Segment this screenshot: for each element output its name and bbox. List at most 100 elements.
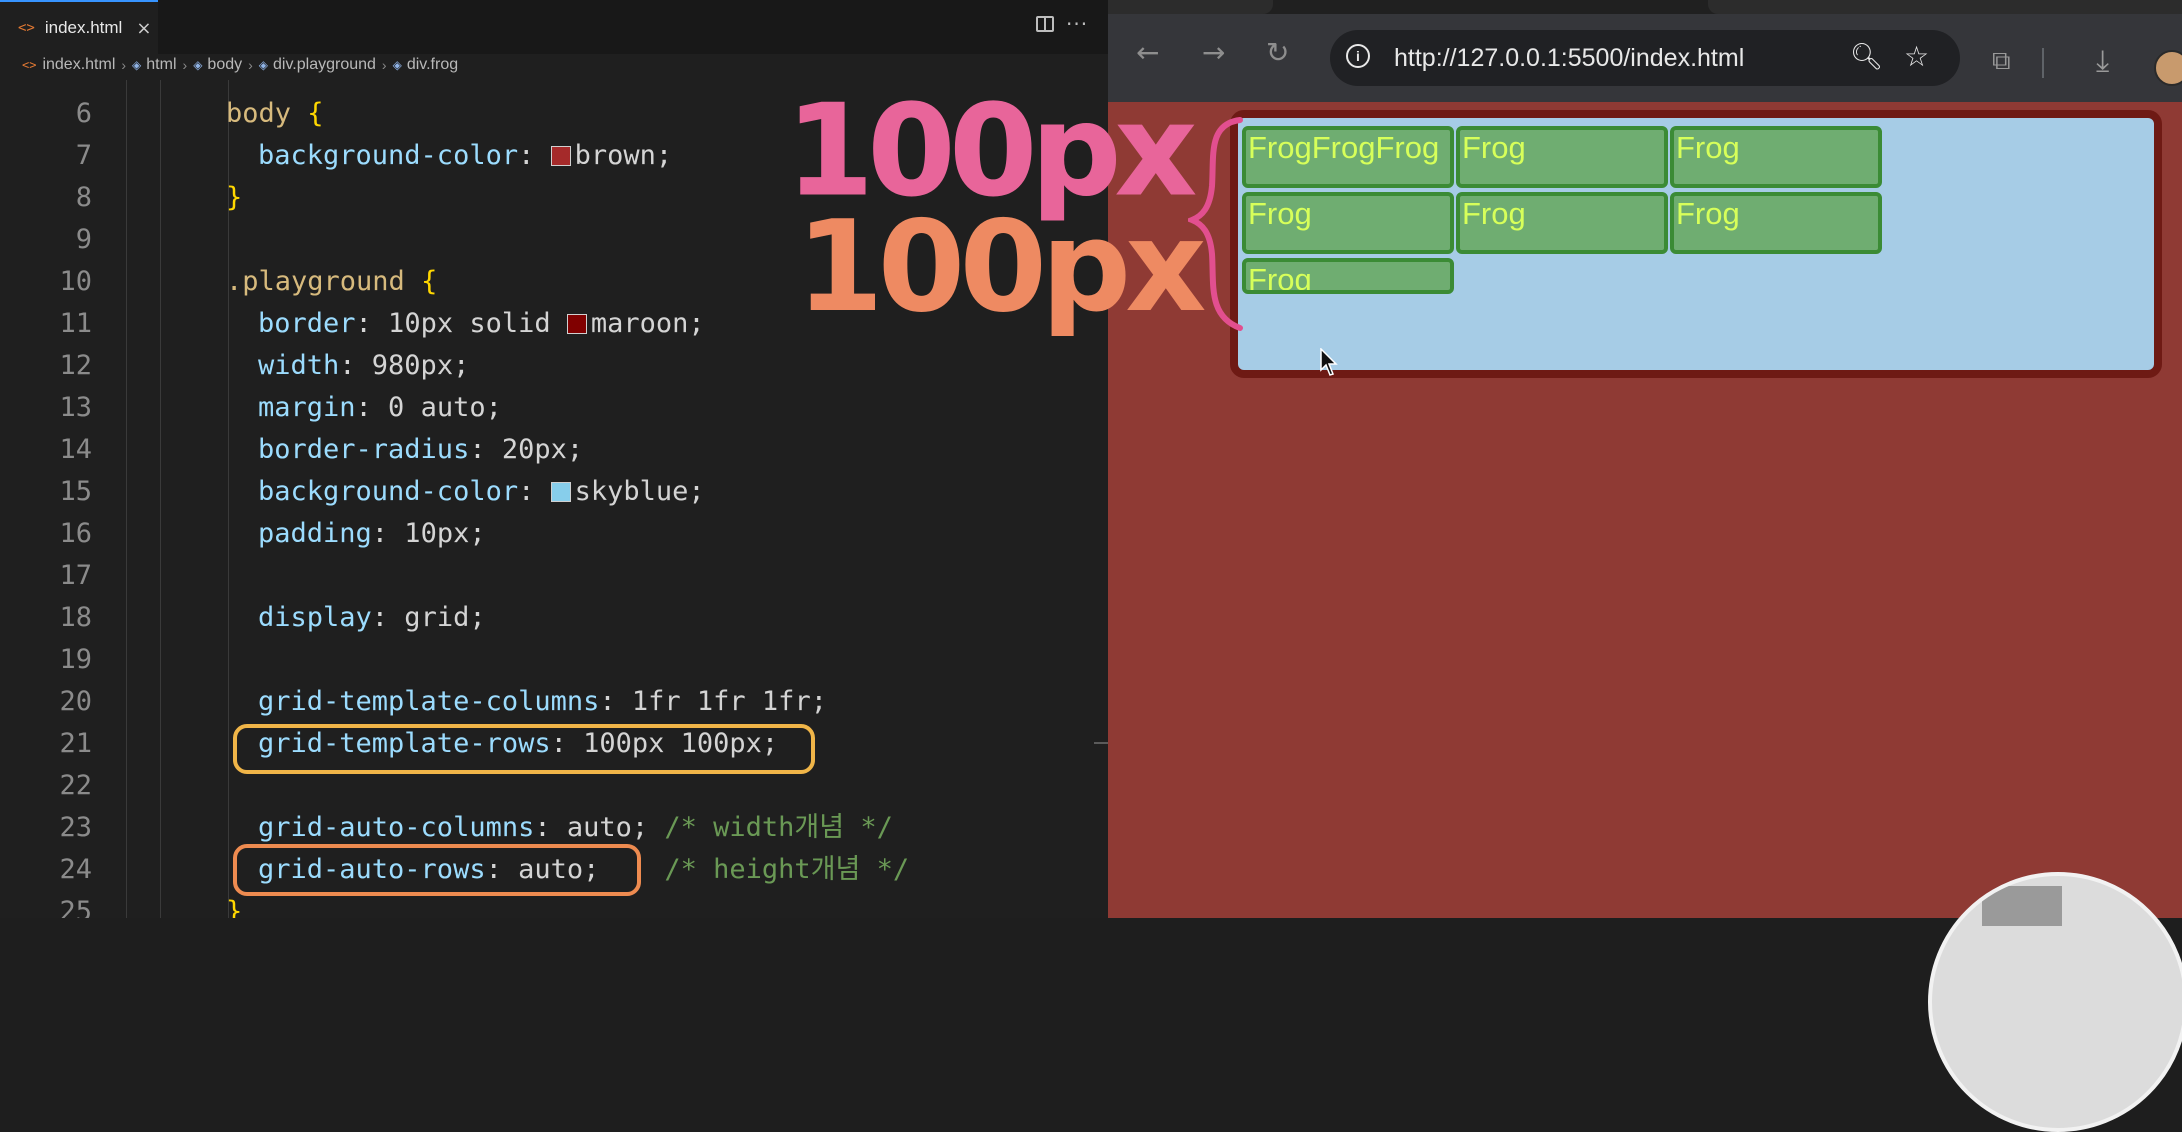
code-line[interactable]: 17 xyxy=(0,555,1108,597)
breadcrumb-label: index.html xyxy=(42,56,116,73)
more-actions-icon[interactable]: ··· xyxy=(1066,12,1088,36)
code-text: display: grid; xyxy=(258,602,486,633)
code-text: width: 980px; xyxy=(258,350,470,381)
code-line[interactable]: 16 padding: 10px; xyxy=(0,513,1108,555)
code-text: grid-auto-columns: auto; /* width개념 */ xyxy=(258,812,893,843)
code-text: } xyxy=(226,896,243,918)
html-file-icon: <> xyxy=(18,20,35,36)
line-number: 17 xyxy=(59,560,92,591)
chevron-right-icon: › xyxy=(182,57,188,73)
line-number: 22 xyxy=(59,770,92,801)
breadcrumb-label: div.playground xyxy=(273,56,376,73)
forward-arrow-icon[interactable]: → xyxy=(1202,36,1225,69)
line-number: 23 xyxy=(59,812,92,843)
code-text: .playground { xyxy=(226,266,438,297)
line-number: 24 xyxy=(59,854,92,885)
curly-brace-icon xyxy=(1188,117,1243,331)
overlay-label-row2: 100px xyxy=(796,193,1206,340)
code-line[interactable]: 20 grid-template-columns: 1fr 1fr 1fr; xyxy=(0,681,1108,723)
line-number: 11 xyxy=(59,308,92,339)
highlight-auto-rows xyxy=(233,844,641,896)
line-number: 18 xyxy=(59,602,92,633)
line-number: 16 xyxy=(59,518,92,549)
webcam-overlay xyxy=(1928,872,2182,1132)
breadcrumb-item[interactable]: index.html xyxy=(42,56,115,74)
bookmark-star-icon[interactable]: ☆ xyxy=(1904,40,1929,73)
extensions-puzzle-icon[interactable]: ⧉ xyxy=(1992,46,2011,77)
browser-tab[interactable] xyxy=(1708,0,2182,14)
back-arrow-icon[interactable]: ← xyxy=(1136,36,1159,69)
frog-cell: FrogFrogFrog xyxy=(1242,126,1454,188)
color-swatch[interactable] xyxy=(550,482,571,502)
chevron-right-icon: › xyxy=(121,57,127,73)
frog-cell: Frog xyxy=(1670,126,1882,188)
line-number: 8 xyxy=(75,182,92,213)
line-number: 7 xyxy=(75,140,92,171)
line-number: 10 xyxy=(59,266,92,297)
zoom-icon[interactable]: 🔍︎ xyxy=(1850,42,1883,72)
split-editor-icon[interactable] xyxy=(1036,16,1054,32)
code-text: background-color: brown; xyxy=(258,140,673,171)
code-line[interactable]: 13 margin: 0 auto; xyxy=(0,387,1108,429)
breadcrumb-label: body xyxy=(207,56,243,73)
address-bar[interactable]: i http://127.0.0.1:5500/index.html 🔍︎ ☆ xyxy=(1330,30,1960,86)
line-number: 14 xyxy=(59,434,92,465)
line-number: 25 xyxy=(59,896,92,918)
site-info-icon[interactable]: i xyxy=(1346,44,1370,68)
frog-cell: Frog xyxy=(1456,192,1668,254)
code-text: border-radius: 20px; xyxy=(258,434,584,465)
download-icon[interactable]: ⤓ xyxy=(2096,44,2109,79)
chevron-right-icon: › xyxy=(381,57,387,73)
breadcrumb-item[interactable]: ◈ body xyxy=(193,56,242,74)
html-file-icon: <> xyxy=(22,58,37,72)
breadcrumb-label: div.frog xyxy=(406,56,459,73)
breadcrumb-label: html xyxy=(146,56,177,73)
color-swatch[interactable] xyxy=(550,146,571,166)
browser-tab[interactable] xyxy=(1108,0,1273,14)
playground-grid: FrogFrogFrog Frog Frog Frog Frog Frog Frog xyxy=(1230,110,2162,378)
breadcrumb: <> index.html › ◈ html › ◈ body › ◈ div.pla… xyxy=(0,54,1108,76)
code-text: background-color: skyblue; xyxy=(258,476,705,507)
frog-cell: Frog xyxy=(1456,126,1668,188)
breadcrumb-item[interactable]: ◈ div.frog xyxy=(393,56,459,74)
color-swatch[interactable] xyxy=(566,314,587,334)
url-text[interactable]: http://127.0.0.1:5500/index.html xyxy=(1394,30,1744,86)
line-number: 21 xyxy=(59,728,92,759)
tab-index-html[interactable]: <> index.html × xyxy=(0,0,158,54)
close-icon[interactable]: × xyxy=(136,18,151,39)
code-line[interactable]: 12 width: 980px; xyxy=(0,345,1108,387)
breadcrumb-item[interactable]: ◈ div.playground xyxy=(259,56,376,74)
breadcrumb-item[interactable]: ◈ html xyxy=(132,56,176,74)
element-icon: ◈ xyxy=(258,58,269,72)
code-text: } xyxy=(226,182,243,213)
line-number: 9 xyxy=(75,224,92,255)
line-number: 19 xyxy=(59,644,92,675)
code-line[interactable]: 19 xyxy=(0,639,1108,681)
code-line[interactable]: 18 display: grid; xyxy=(0,597,1108,639)
tab-label: index.html xyxy=(44,18,123,37)
browser-toolbar: ← → ↻ i http://127.0.0.1:5500/index.html… xyxy=(1108,14,2182,102)
code-line[interactable]: 15 background-color: skyblue; xyxy=(0,471,1108,513)
line-number: 20 xyxy=(59,686,92,717)
element-icon: ◈ xyxy=(132,58,142,72)
code-text: body { xyxy=(226,98,324,129)
element-icon: ◈ xyxy=(193,58,203,72)
browser-tab-strip xyxy=(1108,0,2182,14)
browser-window: ← → ↻ i http://127.0.0.1:5500/index.html… xyxy=(1108,0,2182,918)
chevron-right-icon: › xyxy=(248,57,253,73)
code-line[interactable]: 14 border-radius: 20px; xyxy=(0,429,1108,471)
editor-tab-bar: <> index.html × ··· xyxy=(0,0,1108,54)
frog-cell: Frog xyxy=(1242,192,1454,254)
highlight-template-rows xyxy=(233,724,815,774)
code-text: border: 10px solid maroon; xyxy=(258,308,705,339)
line-number: 12 xyxy=(59,350,92,381)
line-number: 6 xyxy=(75,98,92,129)
toolbar-divider xyxy=(2042,48,2044,78)
code-line[interactable]: 23 grid-auto-columns: auto; /* width개념 */ xyxy=(0,807,1108,849)
line-number: 15 xyxy=(59,476,92,507)
frog-cell: Frog xyxy=(1670,192,1882,254)
reload-icon[interactable]: ↻ xyxy=(1266,36,1289,69)
profile-avatar[interactable] xyxy=(2154,50,2182,86)
frog-cell: Frog xyxy=(1242,258,1454,294)
line-number: 13 xyxy=(59,392,92,423)
